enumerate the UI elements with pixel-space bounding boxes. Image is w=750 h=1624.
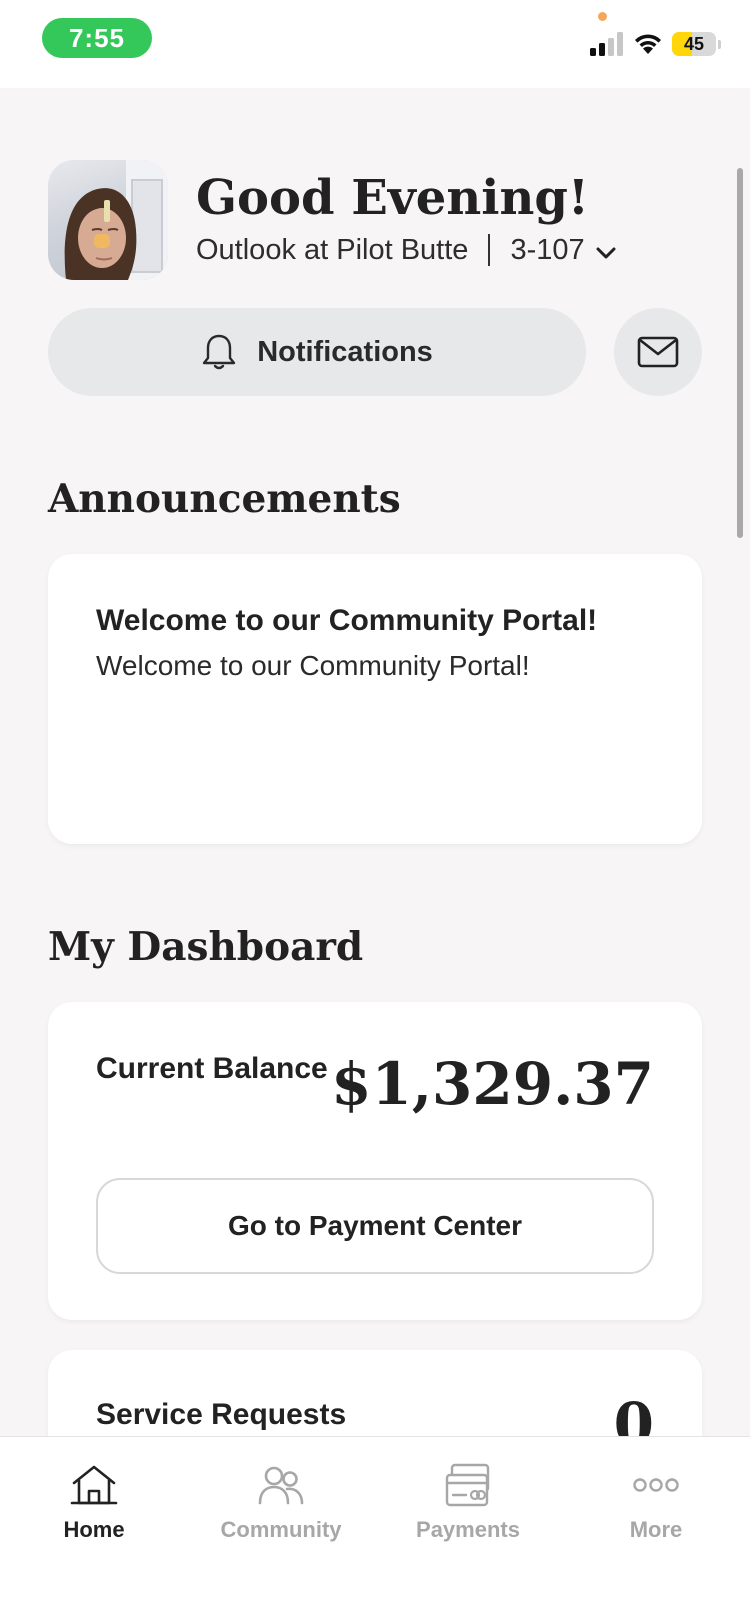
notifications-button[interactable]: Notifications [48,308,586,396]
service-requests-label: Service Requests [96,1398,347,1431]
bottom-tab-bar: Home Community Payments More [0,1436,750,1624]
battery-cap [718,40,721,49]
mail-icon [637,336,679,368]
balance-label: Current Balance [96,1052,328,1085]
announcements-heading: Announcements [48,476,401,522]
announcement-title: Welcome to our Community Portal! [96,604,598,637]
tab-community-label: Community [220,1517,342,1542]
status-bar: 7:55 45 [0,0,750,88]
property-divider [488,234,491,266]
property-selector[interactable]: Outlook at Pilot Butte 3-107 [196,230,617,270]
home-icon [70,1465,118,1505]
home-header: Good Evening! Outlook at Pilot Butte 3-1… [48,160,708,282]
payment-center-button[interactable]: Go to Payment Center [96,1178,654,1274]
greeting-title: Good Evening! [196,170,589,226]
cellular-signal-icon [590,32,623,56]
tab-home-label: Home [63,1517,125,1542]
balance-value: $1,329.37 [331,1050,654,1118]
tab-more[interactable]: More [562,1437,750,1557]
payments-icon [445,1463,490,1507]
avatar[interactable] [48,160,168,280]
announcement-body: Welcome to our Community Portal! [96,650,530,681]
scroll-indicator[interactable] [737,168,743,538]
bell-icon [202,334,236,370]
battery-percentage: 45 [683,33,705,54]
notifications-label: Notifications [257,335,433,368]
unit-number: 3-107 [510,233,585,266]
property-name: Outlook at Pilot Butte [196,233,469,266]
tab-more-label: More [629,1517,683,1542]
wifi-icon [635,34,661,54]
balance-card: Current Balance $1,329.37 Go to Payment … [48,1002,702,1320]
tab-payments[interactable]: Payments [374,1437,562,1557]
more-icon [633,1478,679,1492]
privacy-indicator-dot [598,12,607,21]
community-icon [258,1466,304,1505]
announcement-card[interactable]: Welcome to our Community Portal! Welcome… [48,554,702,844]
status-time: 7:55 [42,18,152,58]
avatar-photo [64,160,168,280]
messages-button[interactable] [614,308,702,396]
battery-indicator: 45 [672,32,716,56]
tab-community[interactable]: Community [187,1437,375,1557]
dashboard-heading: My Dashboard [48,924,364,970]
tab-payments-label: Payments [416,1517,520,1542]
chevron-down-icon[interactable] [595,242,617,264]
tab-home[interactable]: Home [0,1437,188,1557]
